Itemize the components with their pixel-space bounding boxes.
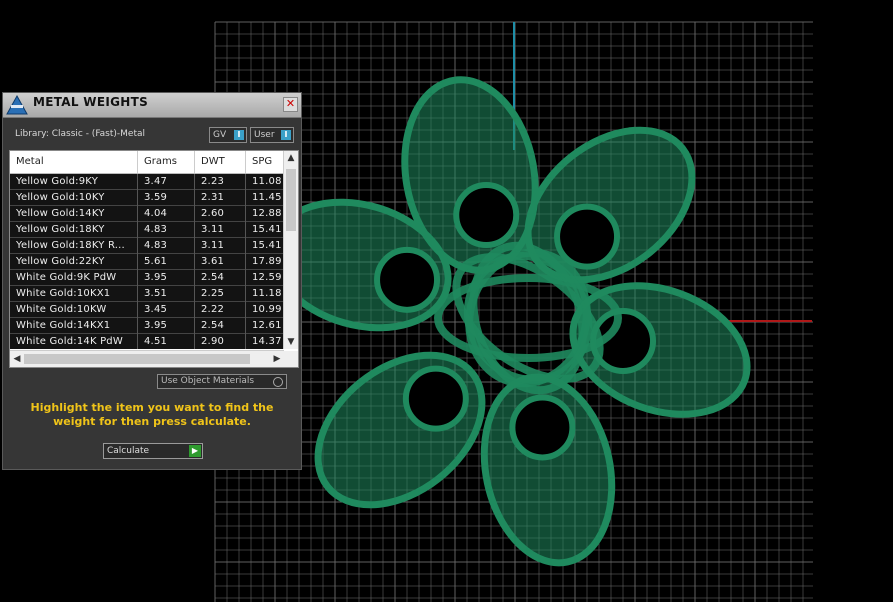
model-petal-hole bbox=[509, 394, 576, 461]
table-row[interactable]: Yellow Gold:9KY 3.47 2.23 11.08 bbox=[10, 174, 284, 190]
table-body: Yellow Gold:9KY 3.47 2.23 11.08 Yellow Gold:… bbox=[10, 174, 284, 349]
dwt-cell: 3.61 bbox=[195, 254, 246, 270]
dwt-cell: 2.22 bbox=[195, 302, 246, 318]
metal-cell: White Gold:10KX1 bbox=[10, 286, 138, 302]
user-toggle[interactable]: User I bbox=[250, 127, 294, 143]
grams-cell: 5.61 bbox=[138, 254, 195, 270]
grams-cell: 3.95 bbox=[138, 318, 195, 334]
table-row[interactable]: White Gold:14K PdW 4.51 2.90 14.37 bbox=[10, 334, 284, 349]
column-header-metal[interactable]: Metal bbox=[10, 151, 138, 173]
horizontal-scroll-thumb[interactable] bbox=[24, 354, 250, 364]
user-toggle-label: User bbox=[254, 130, 275, 140]
spg-cell: 15.41 bbox=[246, 238, 284, 254]
dwt-cell: 2.60 bbox=[195, 206, 246, 222]
metal-weights-panel: METAL WEIGHTS ✕ Library: Classic - (Fast… bbox=[2, 92, 302, 470]
metal-cell: Yellow Gold:18KY bbox=[10, 222, 138, 238]
spg-cell: 11.45 bbox=[246, 190, 284, 206]
table-row[interactable]: White Gold:14KX1 3.95 2.54 12.61 bbox=[10, 318, 284, 334]
scroll-right-icon[interactable]: ▶ bbox=[270, 351, 284, 367]
column-header-spg[interactable]: SPG bbox=[246, 151, 284, 173]
grams-cell: 3.95 bbox=[138, 270, 195, 286]
close-icon[interactable]: ✕ bbox=[283, 97, 298, 112]
calculate-label: Calculate bbox=[107, 446, 150, 456]
table-row[interactable]: White Gold:10KX1 3.51 2.25 11.18 bbox=[10, 286, 284, 302]
scroll-up-icon[interactable]: ▲ bbox=[284, 151, 298, 165]
metal-table: Metal Grams DWT SPG Yellow Gold:9KY 3.47 2… bbox=[9, 150, 299, 368]
dwt-cell: 2.31 bbox=[195, 190, 246, 206]
dwt-cell: 2.54 bbox=[195, 270, 246, 286]
dwt-cell: 3.11 bbox=[195, 238, 246, 254]
grams-cell: 4.51 bbox=[138, 334, 195, 349]
table-row[interactable]: Yellow Gold:14KY 4.04 2.60 12.88 bbox=[10, 206, 284, 222]
grams-cell: 4.04 bbox=[138, 206, 195, 222]
metal-cell: Yellow Gold:22KY bbox=[10, 254, 138, 270]
metal-cell: White Gold:14K PdW bbox=[10, 334, 138, 349]
model-petal-hole bbox=[453, 182, 520, 249]
spg-cell: 12.61 bbox=[246, 318, 284, 334]
metal-cell: Yellow Gold:18KY R... bbox=[10, 238, 138, 254]
radio-icon[interactable] bbox=[273, 377, 283, 387]
metal-cell: White Gold:9K PdW bbox=[10, 270, 138, 286]
table-header: Metal Grams DWT SPG bbox=[10, 151, 284, 174]
table-row[interactable]: Yellow Gold:10KY 3.59 2.31 11.45 bbox=[10, 190, 284, 206]
metal-cell: Yellow Gold:14KY bbox=[10, 206, 138, 222]
gv-indicator-icon: I bbox=[234, 130, 244, 140]
scroll-corner bbox=[284, 351, 298, 367]
spg-cell: 15.41 bbox=[246, 222, 284, 238]
model-petal-hole bbox=[554, 203, 621, 270]
metal-cell: White Gold:10KW bbox=[10, 302, 138, 318]
grams-cell: 3.47 bbox=[138, 174, 195, 190]
scroll-down-icon[interactable]: ▼ bbox=[284, 335, 298, 349]
table-row[interactable]: White Gold:9K PdW 3.95 2.54 12.59 bbox=[10, 270, 284, 286]
horizontal-scrollbar[interactable]: ◀ ▶ bbox=[10, 350, 284, 367]
metal-cell: Yellow Gold:9KY bbox=[10, 174, 138, 190]
spg-cell: 12.59 bbox=[246, 270, 284, 286]
user-indicator-icon: I bbox=[281, 130, 291, 140]
use-object-materials-option[interactable]: Use Object Materials bbox=[157, 374, 287, 389]
spg-cell: 17.89 bbox=[246, 254, 284, 270]
instruction-text: Highlight the item you want to find the … bbox=[30, 401, 274, 428]
play-arrow-icon: ▶ bbox=[189, 445, 201, 457]
calculate-button[interactable]: Calculate ▶ bbox=[103, 443, 203, 459]
spg-cell: 11.18 bbox=[246, 286, 284, 302]
dwt-cell: 2.25 bbox=[195, 286, 246, 302]
table-row[interactable]: White Gold:10KW 3.45 2.22 10.99 bbox=[10, 302, 284, 318]
grams-cell: 3.59 bbox=[138, 190, 195, 206]
panel-titlebar[interactable]: METAL WEIGHTS ✕ bbox=[3, 93, 301, 118]
metal-cell: Yellow Gold:10KY bbox=[10, 190, 138, 206]
table-row[interactable]: Yellow Gold:18KY R... 4.83 3.11 15.41 bbox=[10, 238, 284, 254]
grams-cell: 3.51 bbox=[138, 286, 195, 302]
dwt-cell: 3.11 bbox=[195, 222, 246, 238]
vertical-scroll-thumb[interactable] bbox=[286, 169, 296, 231]
table-row[interactable]: Yellow Gold:22KY 5.61 3.61 17.89 bbox=[10, 254, 284, 270]
spg-cell: 12.88 bbox=[246, 206, 284, 222]
gv-toggle-label: GV bbox=[213, 130, 227, 140]
gv-toggle[interactable]: GV I bbox=[209, 127, 247, 143]
spg-cell: 11.08 bbox=[246, 174, 284, 190]
library-label: Library: Classic - (Fast)-Metal bbox=[15, 129, 146, 139]
panel-title: METAL WEIGHTS bbox=[33, 95, 149, 109]
model-petal-hole bbox=[402, 365, 469, 432]
table-row[interactable]: Yellow Gold:18KY 4.83 3.11 15.41 bbox=[10, 222, 284, 238]
vertical-scrollbar[interactable]: ▲ ▼ bbox=[283, 151, 298, 349]
spg-cell: 10.99 bbox=[246, 302, 284, 318]
grams-cell: 4.83 bbox=[138, 238, 195, 254]
spg-cell: 14.37 bbox=[246, 334, 284, 349]
scroll-left-icon[interactable]: ◀ bbox=[10, 351, 24, 367]
model-petal-hole bbox=[374, 246, 441, 313]
metal-weights-icon bbox=[6, 94, 28, 115]
dwt-cell: 2.54 bbox=[195, 318, 246, 334]
metal-cell: White Gold:14KX1 bbox=[10, 318, 138, 334]
dwt-cell: 2.90 bbox=[195, 334, 246, 349]
use-object-materials-label: Use Object Materials bbox=[161, 376, 255, 386]
grams-cell: 3.45 bbox=[138, 302, 195, 318]
grams-cell: 4.83 bbox=[138, 222, 195, 238]
dwt-cell: 2.23 bbox=[195, 174, 246, 190]
column-header-dwt[interactable]: DWT bbox=[195, 151, 246, 173]
column-header-grams[interactable]: Grams bbox=[138, 151, 195, 173]
